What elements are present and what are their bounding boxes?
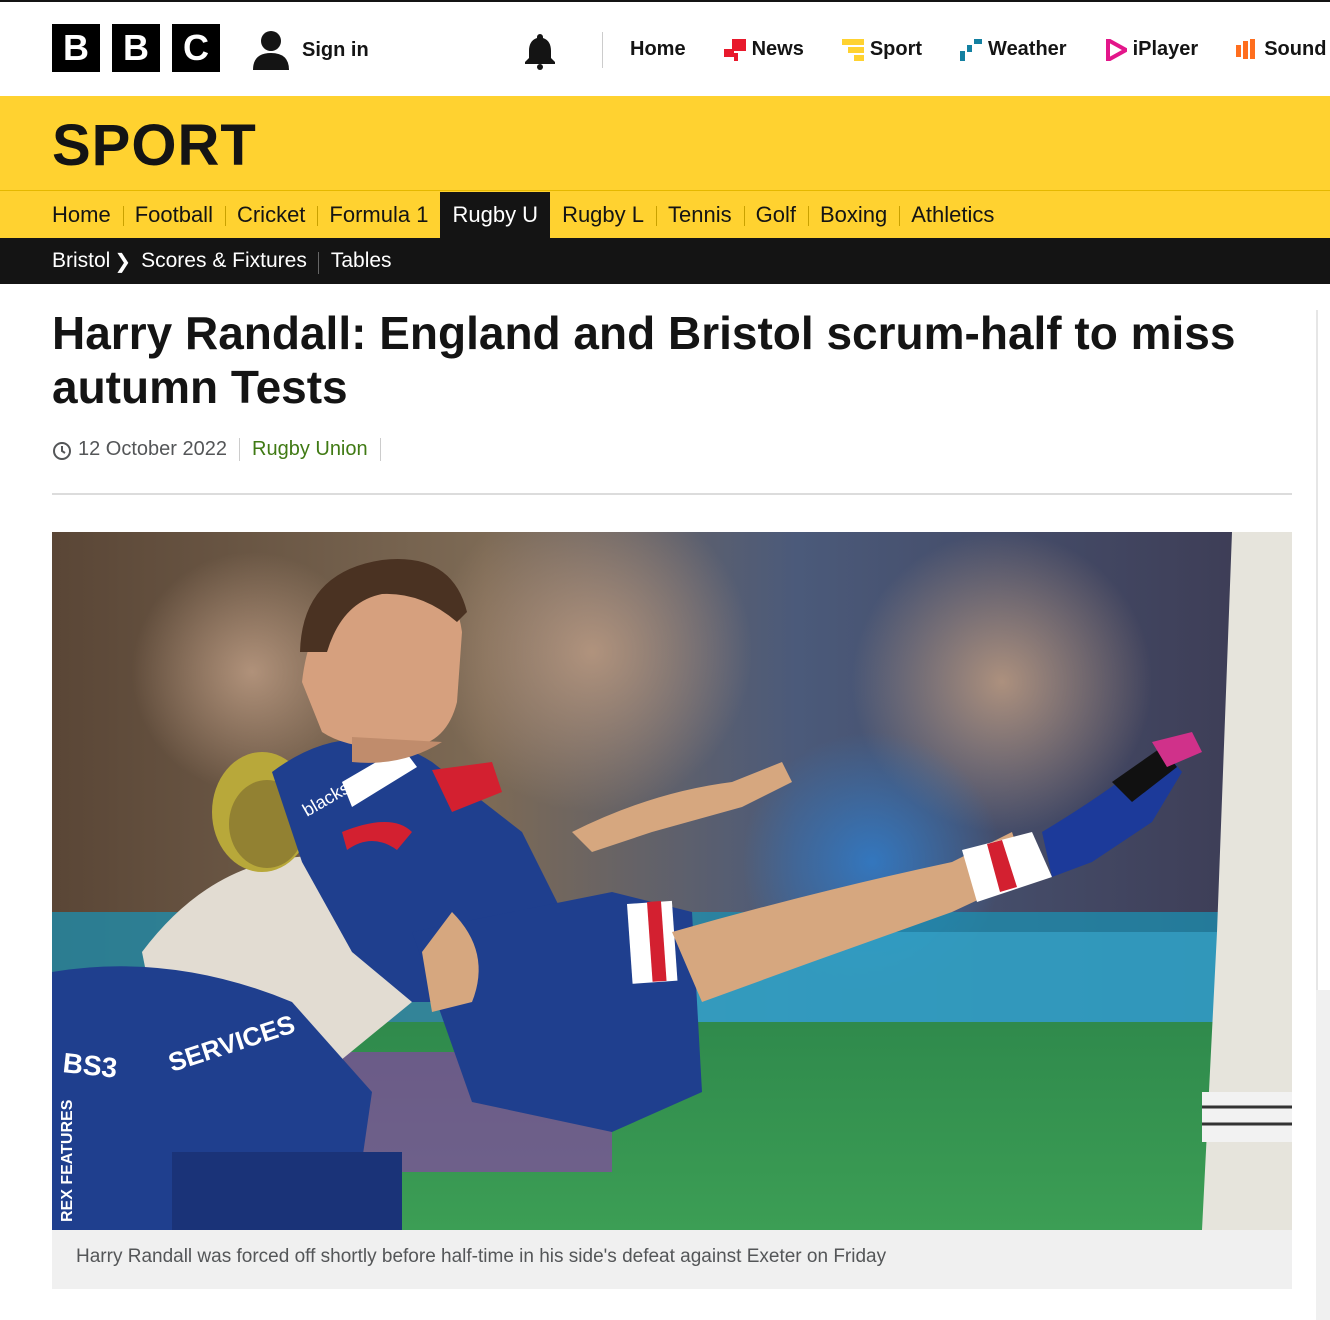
image-credit: REX FEATURES: [59, 1099, 76, 1222]
header-divider: [602, 32, 603, 68]
global-nav-label: Sport: [869, 38, 923, 60]
article-meta: 12 October 2022 Rugby Union: [52, 438, 381, 461]
scores-fixtures-link[interactable]: Scores & Fixtures: [141, 249, 319, 274]
sport-header: SPORT Home Football Cricket Formula 1 Ru…: [0, 96, 1330, 238]
sport-nav-home[interactable]: Home: [40, 192, 123, 238]
global-nav: Home News Sport Weather iPlayer Sound: [630, 38, 1330, 61]
team-link[interactable]: Bristol: [52, 249, 110, 273]
bbc-logo-letter: B: [52, 24, 100, 72]
clock-icon: [53, 441, 71, 460]
sport-nav-football[interactable]: Football: [122, 192, 225, 238]
sounds-icon: [1236, 38, 1256, 59]
global-nav-weather[interactable]: Weather: [960, 38, 1067, 61]
sport-nav-cricket[interactable]: Cricket: [224, 192, 317, 238]
global-nav-sounds[interactable]: Sound: [1236, 38, 1326, 61]
sport-nav-golf[interactable]: Golf: [743, 192, 808, 238]
article-hero-image: BS3 SERVICES blackstar REX FEATURES: [52, 532, 1292, 1230]
article-date: 12 October 2022: [78, 438, 240, 461]
sport-nav-rugby-union[interactable]: Rugby U: [440, 192, 551, 238]
news-icon: [723, 38, 746, 61]
bbc-logo-letter: C: [172, 24, 220, 72]
global-nav-label: Home: [630, 38, 686, 60]
iplayer-icon: [1105, 38, 1127, 61]
sport-title[interactable]: SPORT: [52, 112, 257, 179]
team-subnav: Bristol ❯ Scores & Fixtures Tables: [0, 238, 1330, 284]
global-nav-news[interactable]: News: [723, 38, 804, 61]
sport-nav-rugby-league[interactable]: Rugby L: [550, 192, 656, 238]
user-icon: [253, 31, 289, 70]
sign-in-label: Sign in: [302, 38, 369, 61]
tables-link[interactable]: Tables: [331, 249, 404, 273]
global-nav-sport[interactable]: Sport: [841, 38, 923, 61]
global-header: B B C Sign in Home News Sport Weather iP…: [0, 0, 1330, 96]
global-nav-label: Sound: [1264, 38, 1327, 60]
global-nav-label: Weather: [988, 38, 1067, 60]
global-nav-label: News: [751, 38, 804, 60]
sport-nav-boxing[interactable]: Boxing: [807, 192, 899, 238]
sport-nav-tennis[interactable]: Tennis: [656, 192, 744, 238]
image-caption: Harry Randall was forced off shortly bef…: [52, 1230, 1292, 1289]
jersey-text: BS3: [61, 1047, 118, 1084]
sport-header-divider: [0, 190, 1330, 191]
notifications-bell-icon[interactable]: [522, 32, 558, 75]
sport-nav-formula-1[interactable]: Formula 1: [317, 192, 440, 238]
sport-nav-athletics[interactable]: Athletics: [899, 192, 1006, 238]
bbc-logo[interactable]: B B C: [52, 24, 220, 72]
chevron-right-icon: ❯: [114, 250, 132, 273]
sign-in-link[interactable]: Sign in: [252, 30, 369, 70]
sport-nav: Home Football Cricket Formula 1 Rugby U …: [40, 192, 1006, 238]
article-headline: Harry Randall: England and Bristol scrum…: [52, 307, 1236, 413]
scrollbar-thumb[interactable]: [1316, 990, 1330, 1320]
global-nav-label: iPlayer: [1132, 38, 1199, 60]
bbc-logo-letter: B: [112, 24, 160, 72]
topic-tag-link[interactable]: Rugby Union: [240, 438, 381, 461]
sport-icon: [841, 38, 864, 61]
global-nav-iplayer[interactable]: iPlayer: [1105, 38, 1199, 61]
global-nav-home[interactable]: Home: [630, 38, 686, 61]
weather-icon: [960, 38, 983, 61]
meta-divider: [52, 493, 1292, 495]
